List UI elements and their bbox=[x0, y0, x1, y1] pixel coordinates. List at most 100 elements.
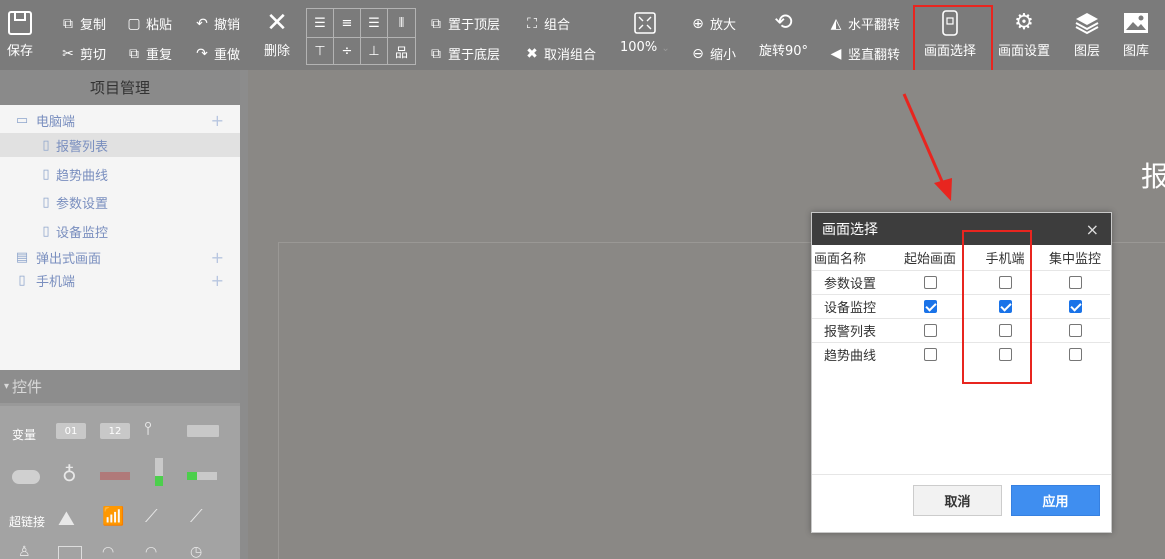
tree-group-mobile[interactable]: ▯ 手机端 + bbox=[0, 268, 240, 292]
tree-item-param-settings[interactable]: ▯ 参数设置 bbox=[0, 190, 240, 214]
project-tree: ▭ 电脑端 + ▯ 报警列表 ▯ 趋势曲线 ▯ 参数设置 ▯ 设备监控 ▤ 弹出… bbox=[0, 105, 240, 370]
add-icon[interactable]: + bbox=[211, 248, 224, 267]
gauge-icon[interactable]: ◠ bbox=[145, 544, 157, 559]
dialog-footer: 取消 应用 bbox=[812, 474, 1111, 532]
column-header: 起始画面 bbox=[903, 251, 956, 267]
page-icon: ▯ bbox=[42, 223, 50, 239]
gallery-button[interactable]: 图库 bbox=[1122, 8, 1150, 59]
redo-label: 重做 bbox=[214, 48, 241, 63]
bar-chart-icon[interactable]: 📶 bbox=[102, 506, 124, 527]
numeric-display-icon[interactable]: 01 bbox=[56, 423, 86, 439]
align-middle-icon[interactable]: ÷ bbox=[334, 38, 361, 65]
line-chart-icon[interactable]: ⟋ bbox=[145, 506, 158, 527]
numeric-input-icon[interactable]: 12 bbox=[100, 423, 130, 439]
start-screen-checkbox[interactable] bbox=[923, 275, 937, 289]
close-icon[interactable]: × bbox=[1086, 220, 1099, 239]
screen-name: 报警列表 bbox=[812, 317, 890, 342]
person-icon[interactable]: ♙ bbox=[18, 544, 31, 559]
text-button-icon[interactable] bbox=[187, 425, 219, 437]
tree-group-popup[interactable]: ▤ 弹出式画面 + bbox=[0, 245, 240, 269]
image-control-icon[interactable]: ⛰ bbox=[58, 506, 75, 530]
canvas-page-title: 报 bbox=[1141, 160, 1165, 193]
save-label: 保存 bbox=[6, 44, 33, 59]
rotate-button[interactable]: ⟲ 旋转90° bbox=[759, 8, 808, 60]
table-row: 设备监控 bbox=[812, 293, 1110, 318]
start-screen-checkbox[interactable] bbox=[923, 347, 937, 361]
zoom-select[interactable]: 100% ⌄ bbox=[620, 8, 670, 55]
flip-vertical-icon: ◀ bbox=[830, 45, 842, 62]
central-monitor-checkbox[interactable] bbox=[1068, 275, 1082, 289]
light-bulb-icon[interactable]: ♁ bbox=[62, 462, 77, 486]
add-icon[interactable]: + bbox=[211, 111, 224, 130]
redo-button[interactable]: ↷ 重做 bbox=[194, 44, 241, 64]
cut-label: 剪切 bbox=[80, 48, 107, 63]
cut-button[interactable]: ✂ 剪切 bbox=[60, 44, 107, 64]
repeat-button[interactable]: ⧉ 重复 bbox=[126, 44, 172, 64]
zoom-in-button[interactable]: ⊕ 放大 bbox=[690, 14, 736, 34]
vertical-gauge-icon[interactable] bbox=[155, 458, 163, 486]
undo-button[interactable]: ↶ 撤销 bbox=[194, 14, 241, 34]
central-monitor-checkbox[interactable] bbox=[1068, 323, 1082, 337]
clock-icon[interactable]: ◷ bbox=[190, 544, 202, 559]
zoom-in-icon: ⊕ bbox=[692, 15, 704, 32]
rotate-icon: ⟲ bbox=[774, 10, 793, 35]
redo-icon: ↷ bbox=[196, 45, 208, 62]
delete-icon: ✕ bbox=[266, 8, 288, 38]
align-right-icon[interactable]: ☰ bbox=[361, 9, 388, 37]
align-top-icon[interactable]: ⊤ bbox=[307, 38, 334, 65]
flip-vertical-label: 竖直翻转 bbox=[848, 48, 901, 63]
tree-item-alarm-list[interactable]: ▯ 报警列表 bbox=[0, 133, 240, 157]
controls-panel-title[interactable]: ▾ 控件 bbox=[0, 370, 240, 403]
align-center-icon[interactable]: ≡ bbox=[334, 9, 361, 37]
ungroup-button[interactable]: ✖ 取消组合 bbox=[524, 44, 596, 64]
page-icon: ▯ bbox=[42, 166, 50, 182]
zoom-out-button[interactable]: ⊖ 缩小 bbox=[690, 44, 736, 64]
screen-settings-button[interactable]: ⚙ 画面设置 bbox=[998, 8, 1050, 60]
save-button[interactable]: 保存 bbox=[6, 8, 34, 59]
popup-page-icon: ▤ bbox=[15, 249, 29, 265]
gallery-label: 图库 bbox=[1122, 44, 1149, 59]
delete-button[interactable]: ✕ 删除 bbox=[263, 8, 291, 59]
add-icon[interactable]: + bbox=[211, 271, 224, 290]
tree-item-device-monitor[interactable]: ▯ 设备监控 bbox=[0, 219, 240, 243]
align-group: ☰ ≡ ☰ ⫴ ⊤ ÷ ⊥ 品 bbox=[306, 8, 416, 65]
apply-button[interactable]: 应用 bbox=[1011, 485, 1100, 516]
start-screen-checkbox[interactable] bbox=[923, 323, 937, 337]
undo-label: 撤销 bbox=[214, 18, 241, 33]
toggle-switch-icon[interactable] bbox=[12, 470, 40, 484]
bring-top-label: 置于顶层 bbox=[448, 18, 501, 33]
fit-screen-icon bbox=[631, 8, 659, 38]
copy-button[interactable]: ⧉ 复制 bbox=[60, 14, 106, 34]
distribute-h-icon[interactable]: ⫴ bbox=[388, 9, 415, 37]
horizontal-gauge-icon[interactable] bbox=[187, 472, 217, 480]
align-bottom-icon[interactable]: ⊥ bbox=[361, 38, 388, 65]
align-left-icon[interactable]: ☰ bbox=[307, 9, 334, 37]
cancel-button[interactable]: 取消 bbox=[913, 485, 1002, 516]
flip-horizontal-button[interactable]: ◭ 水平翻转 bbox=[828, 14, 900, 34]
zoom-value: 100% ⌄ bbox=[620, 40, 670, 55]
table-icon[interactable] bbox=[58, 546, 82, 559]
bring-top-button[interactable]: ⧉ 置于顶层 bbox=[428, 14, 501, 34]
table-row: 参数设置 bbox=[812, 269, 1110, 294]
dial-icon[interactable]: ◠ bbox=[102, 544, 114, 559]
chevron-down-icon: ⌄ bbox=[661, 43, 670, 54]
trend-chart-icon[interactable]: ⟋ bbox=[190, 506, 203, 527]
flip-vertical-button[interactable]: ◀ 竖直翻转 bbox=[828, 44, 901, 64]
layers-button[interactable]: 图层 bbox=[1073, 8, 1101, 59]
slider-icon[interactable]: ⫯ bbox=[144, 418, 152, 439]
start-screen-checkbox[interactable] bbox=[923, 299, 937, 313]
group-button[interactable]: ⛶ 组合 bbox=[524, 14, 570, 34]
highlight-box-mobile-column bbox=[962, 230, 1032, 384]
paste-button[interactable]: ▢ 粘贴 bbox=[126, 14, 172, 34]
tree-group-pc[interactable]: ▭ 电脑端 + bbox=[0, 108, 240, 132]
gear-icon: ⚙ bbox=[1014, 10, 1034, 35]
sidebar: 项目管理 ▭ 电脑端 + ▯ 报警列表 ▯ 趋势曲线 ▯ 参数设置 ▯ 设备监控… bbox=[0, 70, 240, 559]
progress-bar-icon[interactable] bbox=[100, 472, 130, 480]
distribute-v-icon[interactable]: 品 bbox=[388, 38, 415, 65]
central-monitor-checkbox[interactable] bbox=[1068, 299, 1082, 313]
tree-item-trend-curve[interactable]: ▯ 趋势曲线 bbox=[0, 162, 240, 186]
send-bottom-button[interactable]: ⧉ 置于底层 bbox=[428, 44, 500, 64]
controls-palette: 变量 01 12 ⫯ ♁ 超链接 ⛰ 📶 ⟋ ⟋ ♙ ◠ ◠ ◷ bbox=[0, 406, 240, 559]
central-monitor-checkbox[interactable] bbox=[1068, 347, 1082, 361]
screen-name: 趋势曲线 bbox=[812, 341, 890, 366]
